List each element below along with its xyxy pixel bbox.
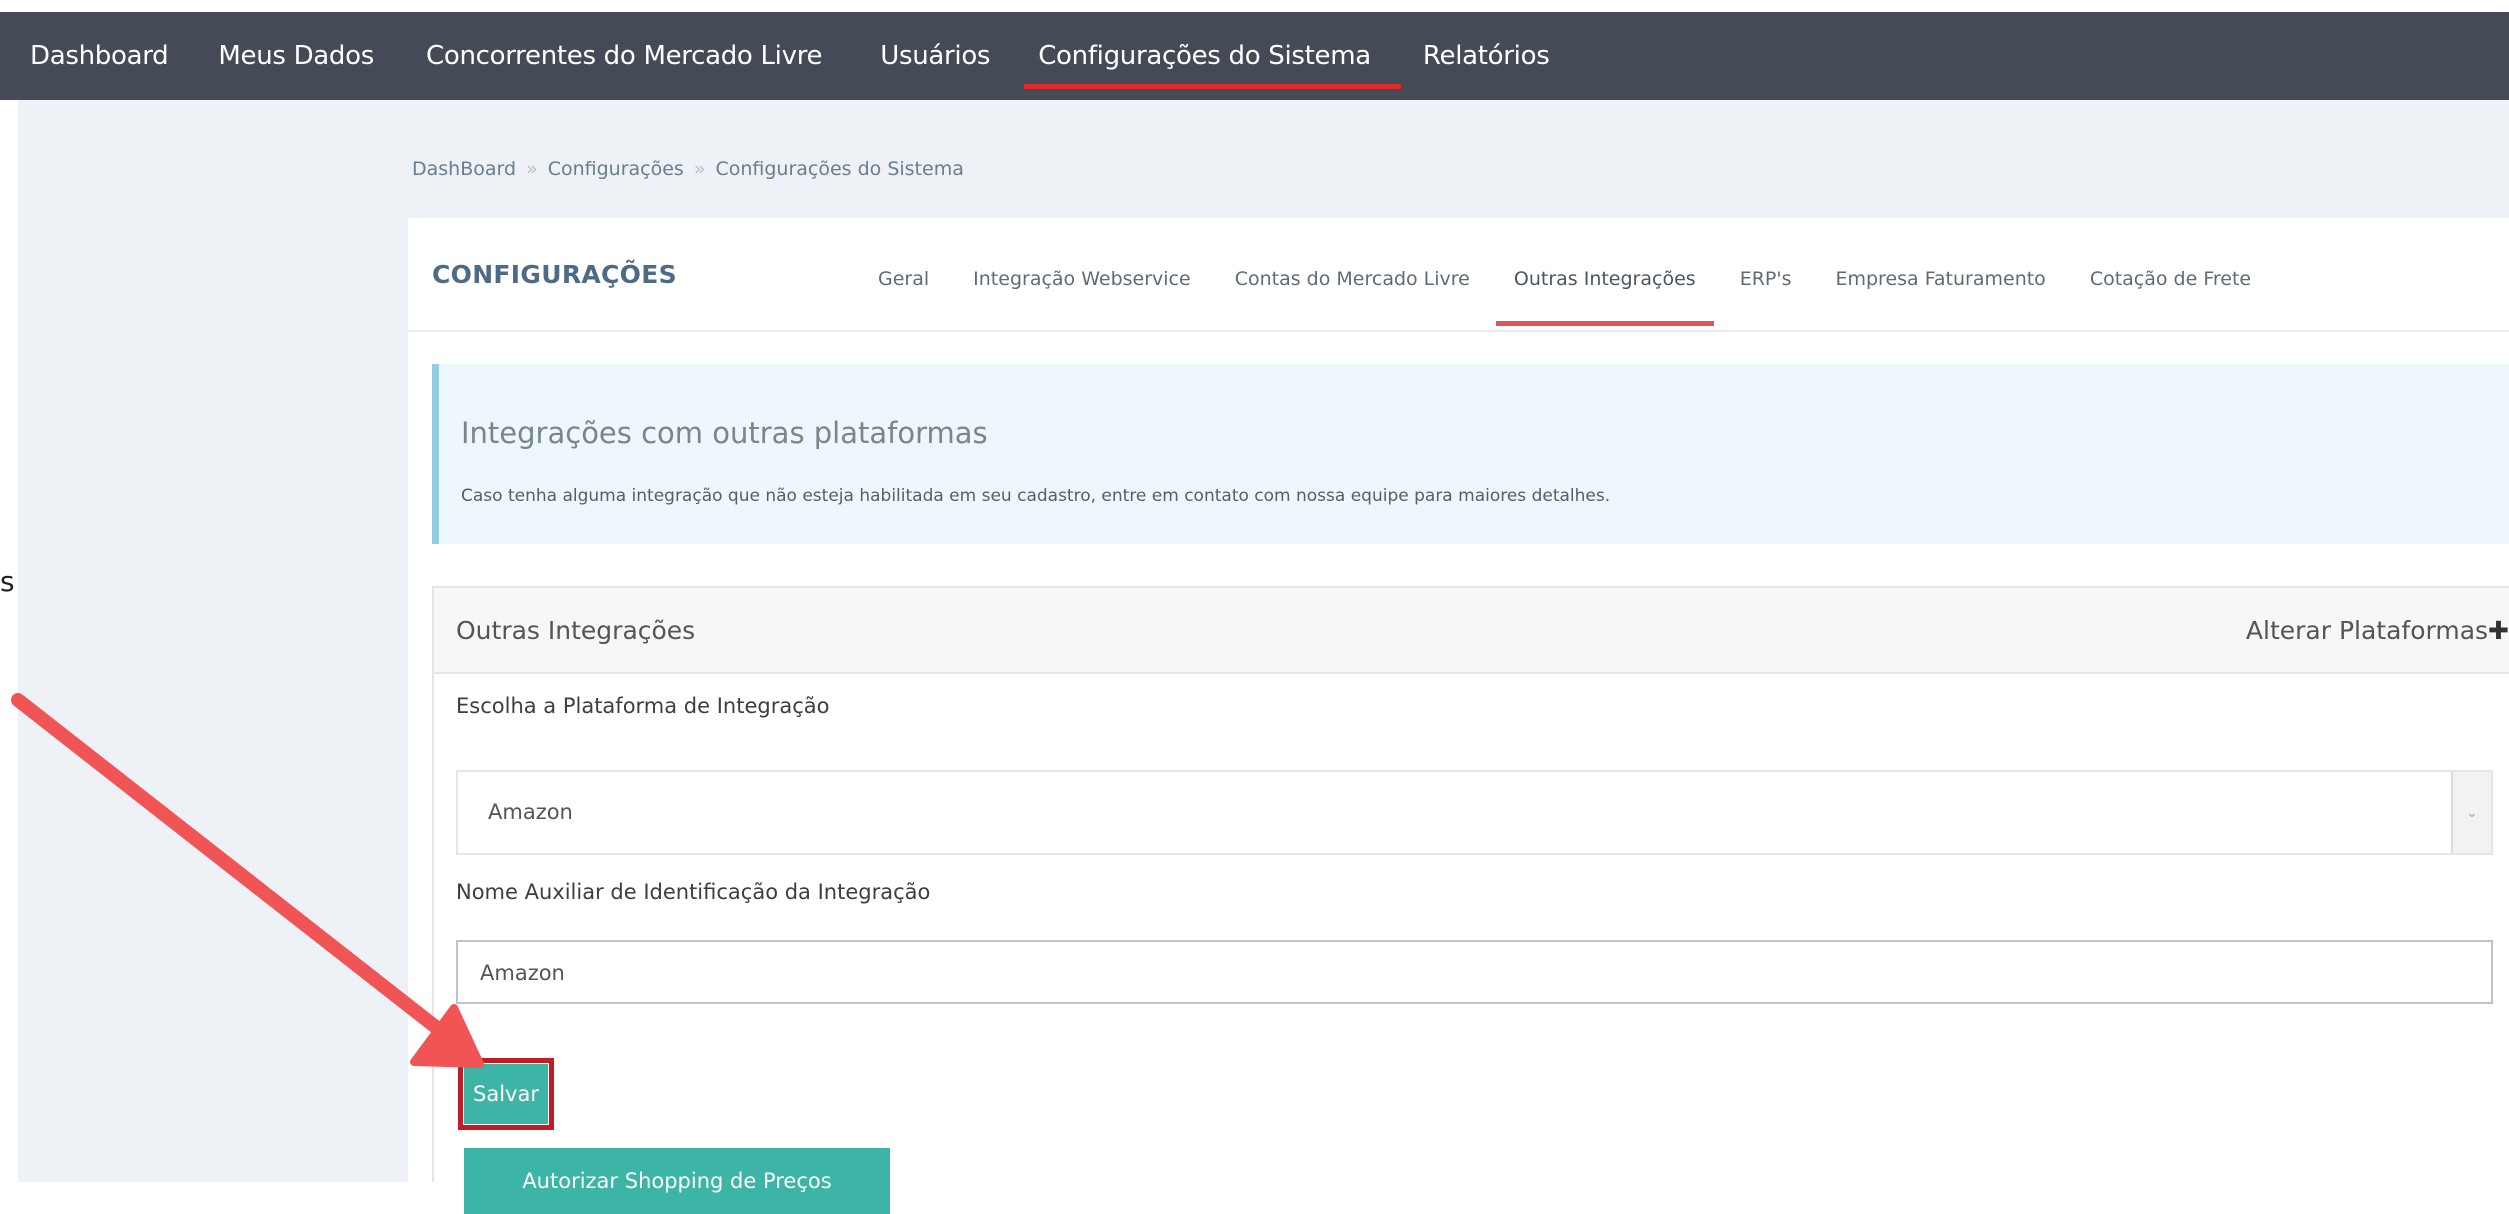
annotation-arrow-icon [11,693,484,1068]
arrow-shaft [11,693,472,1057]
